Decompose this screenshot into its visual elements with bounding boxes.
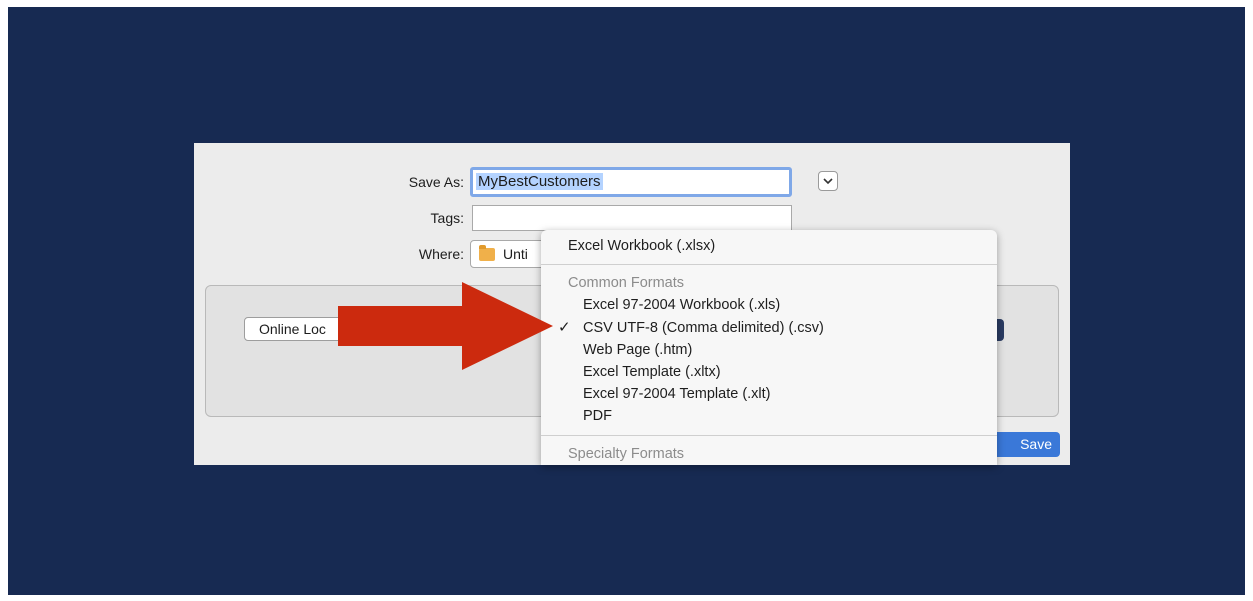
expand-dialog-button[interactable] — [818, 171, 838, 191]
menu-item-label: Excel 97-2004 Workbook (.xls) — [583, 297, 781, 313]
menu-item-csv-utf8[interactable]: ✓ CSV UTF-8 (Comma delimited) (.csv) — [541, 317, 997, 339]
menu-item-pdf[interactable]: PDF — [541, 405, 997, 427]
menu-item-xls[interactable]: Excel 97-2004 Workbook (.xls) — [541, 294, 997, 316]
where-value: Unti — [503, 246, 528, 262]
menu-header-common-formats: Common Formats — [541, 272, 997, 294]
tags-label: Tags: — [430, 210, 464, 226]
tags-input[interactable] — [472, 205, 792, 231]
menu-item-xlsx[interactable]: Excel Workbook (.xlsx) — [541, 235, 997, 257]
save-as-value: MyBestCustomers — [476, 173, 603, 190]
menu-separator — [541, 264, 997, 265]
folder-icon — [479, 244, 495, 261]
chevron-down-icon — [823, 177, 833, 184]
menu-item-label: Excel 97-2004 Template (.xlt) — [583, 386, 771, 402]
menu-item-label: Excel Workbook (.xlsx) — [568, 238, 716, 254]
save-as-input[interactable]: MyBestCustomers — [470, 167, 792, 197]
menu-item-htm[interactable]: Web Page (.htm) — [541, 339, 997, 361]
save-button[interactable]: Save — [988, 432, 1060, 457]
menu-header-label: Specialty Formats — [568, 446, 685, 462]
file-format-menu: Excel Workbook (.xlsx) Common Formats Ex… — [541, 230, 997, 465]
menu-separator — [541, 435, 997, 436]
menu-item-label: CSV UTF-8 (Comma delimited) (.csv) — [583, 320, 824, 336]
menu-item-label: Excel Template (.xltx) — [583, 364, 721, 380]
menu-header-specialty-formats: Specialty Formats — [541, 443, 997, 465]
menu-header-label: Common Formats — [568, 275, 685, 291]
red-arrow-icon — [338, 282, 553, 370]
menu-item-xlt[interactable]: Excel 97-2004 Template (.xlt) — [541, 383, 997, 405]
checkmark-icon: ✓ — [558, 319, 571, 336]
menu-item-label: PDF — [583, 408, 612, 424]
where-label: Where: — [418, 246, 464, 262]
save-as-label: Save As: — [408, 174, 464, 190]
menu-item-label: Web Page (.htm) — [583, 342, 693, 358]
menu-item-xltx[interactable]: Excel Template (.xltx) — [541, 361, 997, 383]
